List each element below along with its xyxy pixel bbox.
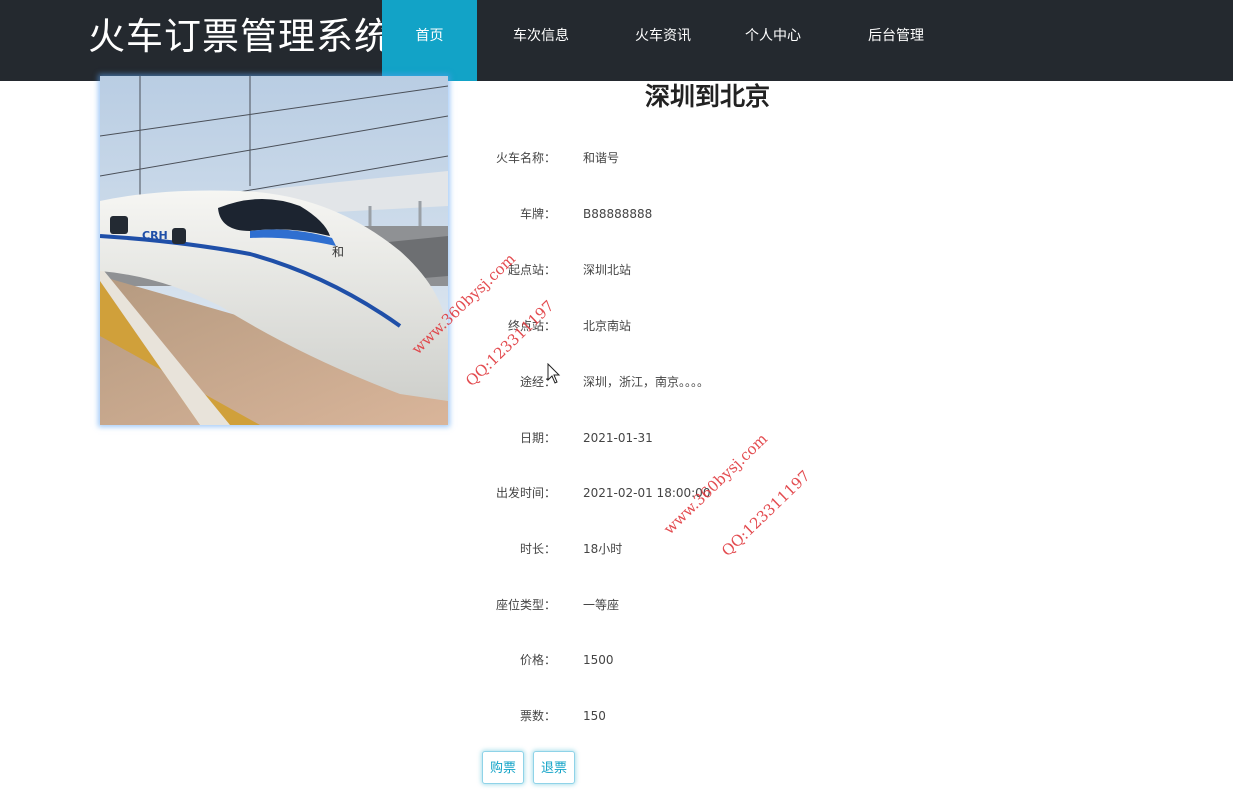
field-value: 150	[583, 709, 606, 723]
nav-item-home[interactable]: 首页	[382, 0, 477, 81]
field-label: 座位类型：	[495, 598, 556, 612]
svg-text:和: 和	[332, 245, 344, 259]
field-row-tickets: 票数： 150	[0, 704, 1233, 728]
field-value: 1500	[583, 653, 614, 667]
field-row-plate: 车牌： B88888888	[0, 202, 1233, 226]
field-row-via: 途经： 深圳，浙江，南京。。。。	[0, 370, 1233, 394]
field-label: 时长：	[519, 542, 556, 556]
field-value: 深圳，浙江，南京。。。。	[583, 375, 710, 389]
field-label: 价格：	[519, 653, 556, 667]
svg-text:CRH: CRH	[142, 229, 168, 242]
mouse-pointer-icon	[547, 363, 561, 384]
nav-item-train-news[interactable]: 火车资讯	[605, 0, 721, 81]
field-row-train-name: 火车名称： 和谐号	[0, 146, 1233, 170]
field-value: 18小时	[583, 542, 623, 556]
field-value: 深圳北站	[583, 263, 632, 277]
nav-item-train-info[interactable]: 车次信息	[477, 0, 605, 81]
field-label: 途经：	[519, 375, 556, 389]
field-value: 2021-01-31	[583, 431, 653, 445]
field-row-seat-type: 座位类型： 一等座	[0, 593, 1233, 617]
nav-item-personal-center[interactable]: 个人中心	[721, 0, 825, 81]
field-value: 北京南站	[583, 319, 632, 333]
top-navbar: 火车订票管理系统 首页 车次信息 火车资讯 个人中心 后台管理	[0, 0, 1233, 81]
field-row-departure-time: 出发时间： 2021-02-01 18:00:00	[0, 481, 1233, 505]
field-value: 一等座	[583, 598, 620, 612]
app-title: 火车订票管理系统	[88, 15, 392, 58]
refund-ticket-button[interactable]: 退票	[533, 751, 575, 784]
route-title: 深圳到北京	[644, 82, 770, 111]
field-value: 和谐号	[583, 151, 620, 165]
buy-ticket-button[interactable]: 购票	[482, 751, 524, 784]
field-label: 日期：	[519, 431, 556, 445]
main-nav: 首页 车次信息 火车资讯 个人中心 后台管理	[382, 0, 967, 81]
field-row-destination: 终点站： 北京南站	[0, 314, 1233, 338]
field-label: 出发时间：	[495, 486, 556, 500]
field-label: 火车名称：	[495, 151, 556, 165]
field-value: B88888888	[583, 207, 653, 221]
field-row-date: 日期： 2021-01-31	[0, 426, 1233, 450]
field-label: 车牌：	[519, 207, 556, 221]
field-row-price: 价格： 1500	[0, 648, 1233, 672]
nav-item-admin[interactable]: 后台管理	[825, 0, 967, 81]
field-row-duration: 时长： 18小时	[0, 537, 1233, 561]
field-row-origin: 起点站： 深圳北站	[0, 258, 1233, 282]
field-label: 票数：	[519, 709, 556, 723]
